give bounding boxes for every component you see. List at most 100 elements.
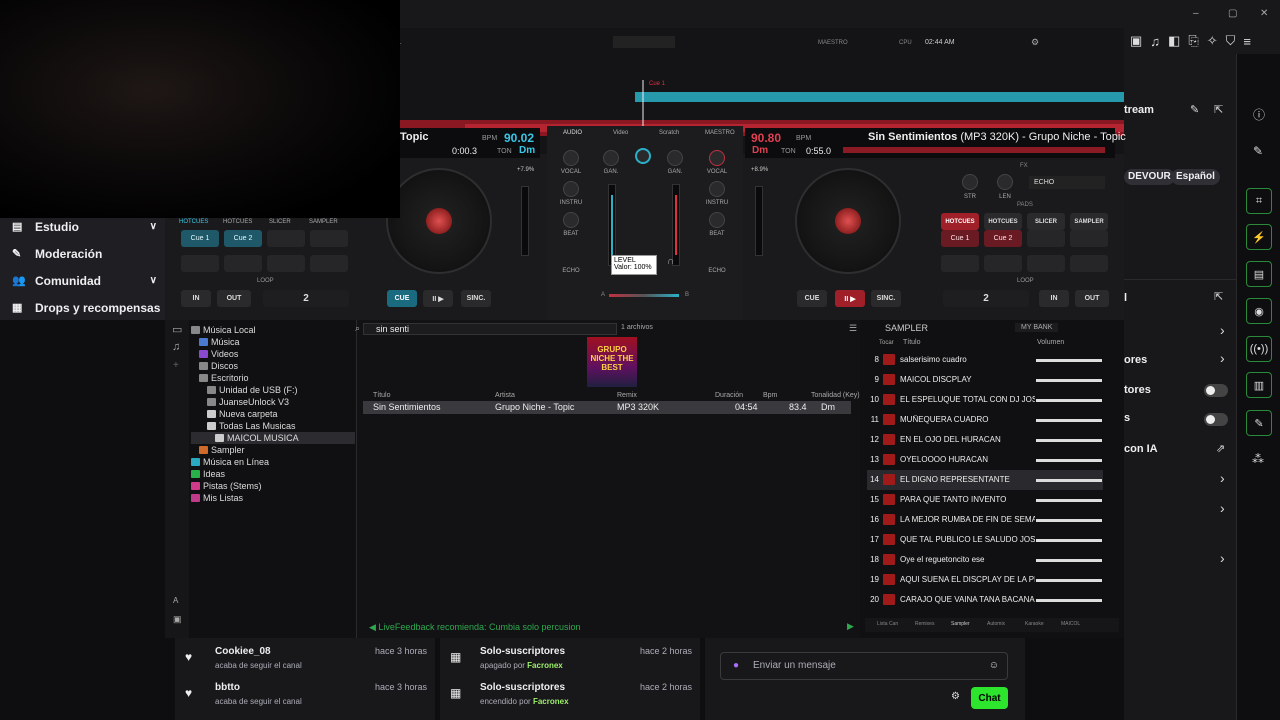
- loop-in-button[interactable]: IN: [181, 290, 211, 307]
- settings-icon[interactable]: ⁂: [1252, 452, 1264, 466]
- col-key[interactable]: Tonalidad (Key): [811, 392, 860, 399]
- ai-icon[interactable]: ✧: [1207, 33, 1218, 49]
- sampler-row[interactable]: 9 MAICOL DISCPLAY: [867, 370, 1103, 390]
- tag-devour[interactable]: DEVOUR: [1124, 169, 1175, 185]
- chevron-right-icon[interactable]: ›: [1220, 350, 1225, 366]
- left-sync-button[interactable]: SINC.: [461, 290, 491, 307]
- layout-icon[interactable]: ▥: [1246, 372, 1272, 398]
- volume-bar[interactable]: [1036, 579, 1102, 582]
- left-gain-knob[interactable]: [603, 150, 619, 166]
- sampler-row[interactable]: 16 LA MEJOR RUMBA DE FIN DE SEMANA 🍸.mp3: [867, 510, 1103, 530]
- right-pad-6[interactable]: [984, 255, 1022, 272]
- toggle-switch[interactable]: [1204, 384, 1228, 397]
- right-instru-knob[interactable]: [709, 181, 725, 197]
- tab-sampler[interactable]: SAMPLER: [1070, 213, 1108, 230]
- volume-bar[interactable]: [1036, 419, 1102, 422]
- loop-out-button[interactable]: OUT: [1075, 290, 1109, 307]
- chevron-right-icon[interactable]: ›: [1220, 550, 1225, 566]
- tab-playlist[interactable]: Lista Can: [877, 621, 898, 627]
- loop-in-button[interactable]: IN: [1039, 290, 1069, 307]
- mixer-tab-master[interactable]: MAESTRO: [705, 130, 735, 136]
- sidebar-icon[interactable]: ◧: [1168, 33, 1180, 49]
- left-vocal-knob[interactable]: [563, 150, 579, 166]
- left-pitch-fader[interactable]: [521, 186, 529, 256]
- external-link-icon[interactable]: ⇗: [1216, 442, 1225, 455]
- tree-item[interactable]: Videos: [191, 348, 355, 360]
- headphones-icon[interactable]: ∩: [667, 256, 674, 267]
- sampler-row[interactable]: 20 CARAJO QUE VAINA TANA BACANA: [867, 590, 1103, 610]
- volume-bar[interactable]: [1036, 499, 1102, 502]
- tab-hotcues-2[interactable]: HOTCUES: [984, 213, 1022, 230]
- loop-size[interactable]: 2: [263, 290, 349, 307]
- tree-item[interactable]: Nueva carpeta: [191, 408, 355, 420]
- chat-input[interactable]: ● Enviar un mensaje ☺: [720, 652, 1008, 680]
- tag-language[interactable]: Español: [1171, 169, 1220, 185]
- sampler-row[interactable]: 12 EN EL OJO DEL HURACAN: [867, 430, 1103, 450]
- col-title[interactable]: Título: [373, 392, 391, 399]
- list-view-icon[interactable]: ☰: [849, 323, 857, 334]
- right-cue-pad-2[interactable]: Cue 2: [984, 230, 1022, 247]
- right-pad-5[interactable]: [941, 255, 979, 272]
- left-volume-fader[interactable]: [608, 184, 616, 266]
- volume-bar[interactable]: [1036, 399, 1102, 402]
- add-icon[interactable]: +: [173, 360, 179, 371]
- crossfader[interactable]: [609, 294, 679, 297]
- search-input[interactable]: sin senti: [363, 323, 617, 335]
- tree-item[interactable]: Unidad de USB (F:): [191, 384, 355, 396]
- minimize-button[interactable]: –: [1193, 8, 1199, 19]
- tab-slicer[interactable]: SLICER: [1027, 213, 1065, 230]
- maximize-button[interactable]: ▢: [1228, 8, 1237, 19]
- sampler-row[interactable]: 13 OYELOOOO HURACAN: [867, 450, 1103, 470]
- right-beat-knob[interactable]: [709, 212, 725, 228]
- mic-icon[interactable]: ●: [733, 653, 739, 679]
- sample-thumbnail[interactable]: [883, 434, 895, 445]
- chevron-right-icon[interactable]: ›: [1220, 500, 1225, 516]
- tree-item[interactable]: Pistas (Stems): [191, 480, 355, 492]
- clip-icon[interactable]: ⌗: [1246, 188, 1272, 214]
- tab-karaoke[interactable]: Karaoke: [1025, 621, 1044, 627]
- right-pad-4[interactable]: [1070, 230, 1108, 247]
- right-jog-wheel[interactable]: [795, 168, 901, 274]
- wallet-icon[interactable]: ⎘: [1188, 33, 1198, 49]
- right-pad-3[interactable]: [1027, 230, 1065, 247]
- tree-item[interactable]: JuanseUnlock V3: [191, 396, 355, 408]
- mixer-tab-video[interactable]: Video: [613, 130, 628, 136]
- sampler-row[interactable]: 19 AQUI SUENA EL DISCPLAY DE LA PLAYA: [867, 570, 1103, 590]
- tree-item[interactable]: Discos: [191, 360, 355, 372]
- pencil-icon[interactable]: ✎: [1253, 144, 1263, 158]
- chat-bubble-icon[interactable]: ◉: [1246, 298, 1272, 324]
- fx-str-knob[interactable]: [962, 174, 978, 190]
- tree-item[interactable]: Mis Listas: [191, 492, 355, 504]
- col-bpm[interactable]: Bpm: [763, 392, 777, 399]
- right-gain-knob[interactable]: [667, 150, 683, 166]
- tree-item[interactable]: Música: [191, 336, 355, 348]
- tree-item[interactable]: Todas Las Musicas: [191, 420, 355, 432]
- settings-icon[interactable]: ⚙: [1031, 37, 1039, 48]
- tree-item[interactable]: Música Local: [191, 324, 355, 336]
- music-icon[interactable]: ♫: [1150, 34, 1160, 49]
- settings-icon[interactable]: ⚙: [951, 691, 960, 702]
- fx-select[interactable]: ECHO: [1029, 176, 1105, 189]
- volume-bar[interactable]: [1036, 599, 1102, 602]
- sampler-row[interactable]: 8 salserisimo cuadro: [867, 350, 1103, 370]
- mixer-tab-scratch[interactable]: Scratch: [659, 130, 679, 136]
- right-vocal-knob[interactable]: [709, 150, 725, 166]
- sample-thumbnail[interactable]: [883, 574, 895, 585]
- layout-icon[interactable]: ▣: [173, 614, 182, 625]
- sampler-row[interactable]: 11 MUÑEQUERA CUADRO: [867, 410, 1103, 430]
- col-remix[interactable]: Remix: [617, 392, 637, 399]
- sampler-row[interactable]: 10 EL ESPELUQUE TOTAL CON DJ JOSE: [867, 390, 1103, 410]
- left-cue-pad-1[interactable]: Cue 1: [181, 230, 219, 247]
- left-jog-wheel[interactable]: [386, 168, 492, 274]
- tab-hotcues[interactable]: HOTCUES: [179, 219, 208, 225]
- tab-sampler[interactable]: Sampler: [951, 621, 970, 627]
- left-cue-pad-2[interactable]: Cue 2: [224, 230, 262, 247]
- left-instru-knob[interactable]: [563, 181, 579, 197]
- filter-knob[interactable]: [635, 148, 651, 164]
- tab-sampler[interactable]: SAMPLER: [309, 219, 338, 225]
- chevron-right-icon[interactable]: ›: [1220, 470, 1225, 486]
- left-pad-5[interactable]: [181, 255, 219, 272]
- sample-thumbnail[interactable]: [883, 474, 895, 485]
- sample-thumbnail[interactable]: [883, 374, 895, 385]
- volume-bar[interactable]: [1036, 359, 1102, 362]
